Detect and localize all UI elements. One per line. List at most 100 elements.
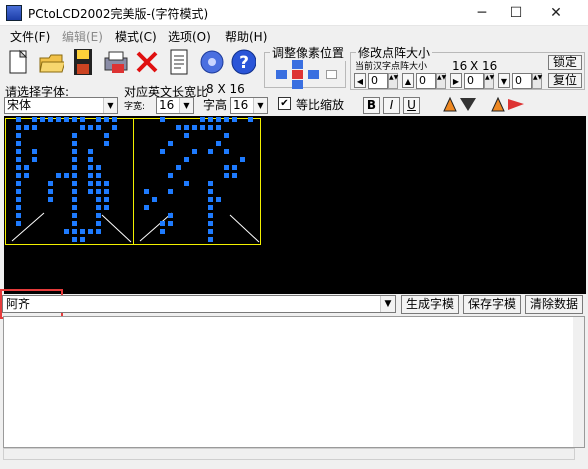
menu-file[interactable]: 文件(F) [10,28,50,45]
glyph-pixel [184,125,189,130]
menu-mode[interactable]: 模式(C) [115,28,157,45]
close-button[interactable]: ✕ [536,0,576,26]
glyph-pixel [104,141,109,146]
glyph-pixel [16,173,21,178]
spin-right[interactable]: 0 [464,73,484,89]
glyph-pixel [64,117,69,122]
spin-top-arrows[interactable]: ▲▼ [436,73,446,89]
menu-edit[interactable]: 编辑(E) [62,28,103,45]
delete-x-icon[interactable] [134,47,160,77]
vertical-scrollbar[interactable] [573,317,584,447]
dot-matrix-canvas[interactable] [4,116,586,294]
grow-right-icon[interactable]: ▶ [450,73,462,88]
glyph-grid[interactable] [5,117,261,245]
bold-button[interactable]: B [363,97,380,114]
pixel-adjust-title: 调整像素位置 [270,44,347,61]
horizontal-scrollbar[interactable] [3,448,575,460]
glyph-pixel [88,125,93,130]
glyph-pixel [184,157,189,162]
menu-options[interactable]: 选项(O) [168,28,211,45]
chevron-down-icon: ▼ [179,98,193,113]
glyph-pixel [216,141,221,146]
glyph-pixel [112,125,117,130]
underline-button[interactable]: U [403,97,420,114]
shrink-left-icon[interactable]: ◀ [354,73,366,88]
height-select[interactable]: 16 ▼ [230,97,268,114]
spin-bottom[interactable]: 0 [512,73,532,89]
size-b-value: 16 [482,59,498,73]
glyph-pixel [32,125,37,130]
glyph-pixel [88,165,93,170]
window-title: PCtoLCD2002完美版-(字符模式) [28,7,209,21]
glyph-pixel [208,149,213,154]
glyph-pixel [16,157,21,162]
document-icon[interactable] [166,47,192,77]
print-icon[interactable] [102,47,128,77]
glyph-pixel [216,117,221,122]
open-folder-icon[interactable] [38,47,64,77]
spin-top[interactable]: 0 [416,73,436,89]
italic-button[interactable]: I [383,97,400,114]
glyph-pixel [72,149,77,154]
reset-button[interactable]: 复位 [548,73,582,88]
save-disk-icon[interactable] [70,47,96,77]
center-icon[interactable] [292,70,303,79]
glyph-pixel [208,117,213,122]
glyph-pixel [32,157,37,162]
new-file-icon[interactable] [6,47,32,77]
shift-right-icon[interactable] [308,70,319,79]
menu-help[interactable]: 帮助(H) [225,28,267,45]
input-dropdown-arrow[interactable]: ▼ [380,296,395,312]
glyph-pixel [48,189,53,194]
settings-gear-icon[interactable] [198,47,224,77]
shift-down-icon[interactable] [292,80,303,89]
glyph-pixel [152,197,157,202]
spin-left[interactable]: 0 [368,73,388,89]
glyph-pixel [16,205,21,210]
glyph-pixel [32,149,37,154]
glyph-pixel [48,117,53,122]
glyph-pixel [48,197,53,202]
rotate-right-icon[interactable] [488,94,528,114]
shift-left-icon[interactable] [276,70,287,79]
glyph-pixel [80,117,85,122]
save-button[interactable]: 保存字模 [463,295,521,314]
scale-checkbox[interactable]: ✔ [278,97,291,110]
output-textarea[interactable] [3,316,585,448]
glyph-pixel [80,237,85,242]
glyph-pixel [96,125,101,130]
maximize-button[interactable]: ☐ [496,0,536,26]
glyph-pixel [16,213,21,218]
spin-bottom-arrows[interactable]: ▲▼ [532,73,542,89]
glyph-pixel [72,181,77,186]
shrink-top-icon[interactable]: ▲ [402,73,414,88]
height-label: 字高 [203,98,228,112]
help-icon[interactable]: ? [230,47,256,77]
spin-right-arrows[interactable]: ▲▼ [484,73,494,89]
glyph-pixel [208,221,213,226]
glyph-pixel [104,117,109,122]
glyph-pixel [96,205,101,210]
glyph-pixel [72,189,77,194]
input-row: 阿齐 ▼ 生成字模 保存字模 清除数据 [2,295,586,315]
glyph-pixel [184,181,189,186]
font-name-select[interactable]: 宋体 ▼ [4,97,118,114]
glyph-pixel [72,141,77,146]
shift-up-icon[interactable] [292,60,303,69]
glyph-pixel [16,181,21,186]
svg-text:?: ? [239,53,249,73]
clear-button[interactable]: 清除数据 [525,295,583,314]
mirror-icon[interactable] [326,70,337,79]
width-select[interactable]: 16 ▼ [156,97,194,114]
glyph-pixel [224,117,229,122]
generate-button[interactable]: 生成字模 [401,295,459,314]
text-input[interactable]: 阿齐 [2,295,396,313]
grow-bottom-icon[interactable]: ▼ [498,73,510,88]
glyph-pixel [56,173,61,178]
glyph-pixel [56,117,61,122]
lock-button[interactable]: 锁定 [548,55,582,70]
rotate-left-icon[interactable] [440,94,480,114]
spin-left-arrows[interactable]: ▲▼ [388,73,398,89]
glyph-pixel [208,229,213,234]
glyph-pixel [48,181,53,186]
